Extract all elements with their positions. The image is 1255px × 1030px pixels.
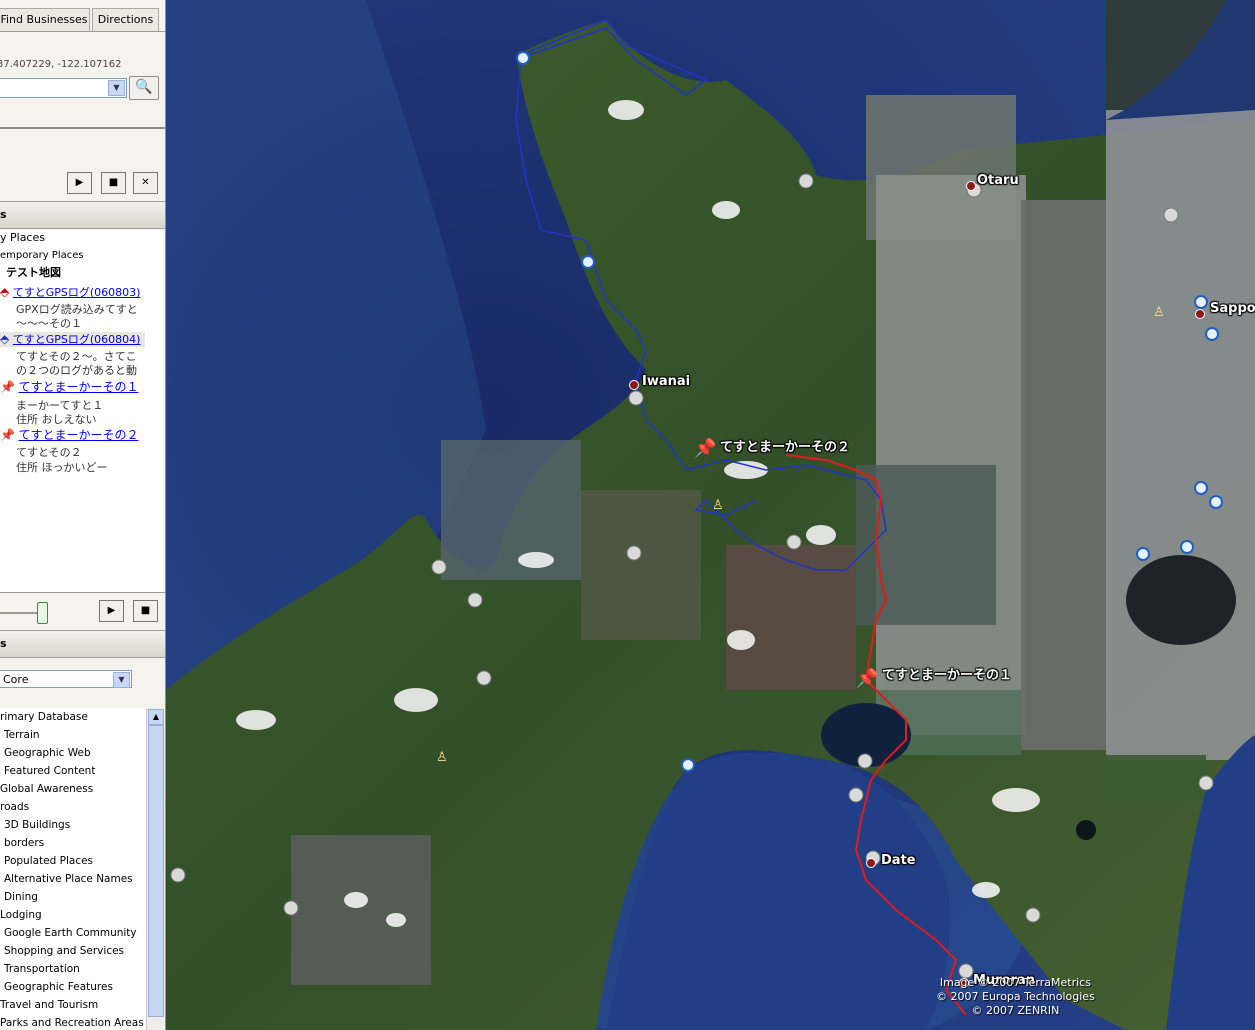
layer-geographic-web[interactable]: Geographic Web	[0, 744, 146, 762]
layer-dining[interactable]: Dining	[0, 888, 146, 906]
tree-item-my-places[interactable]: y Places	[0, 231, 45, 245]
layer-geographic-features[interactable]: Geographic Features	[0, 978, 146, 996]
chevron-down-icon[interactable]: ▼	[108, 80, 125, 96]
marker-2-item[interactable]: 📌 てすとまーかーその２	[0, 428, 138, 443]
layer-populated-places[interactable]: Populated Places	[0, 852, 146, 870]
gps-log-2[interactable]: ⬘ てすとGPSログ(060804)	[0, 332, 145, 347]
scroll-up-icon[interactable]: ▲	[148, 709, 164, 725]
places-play-button[interactable]: ▶	[99, 600, 124, 622]
pushpin-icon[interactable]: 📌	[694, 438, 716, 459]
label-date[interactable]: Date	[881, 853, 916, 868]
search-button[interactable]: 🔍	[129, 76, 159, 100]
layer-borders[interactable]: borders	[0, 834, 146, 852]
marker-2-address: 住所 ほっかいどー	[16, 461, 108, 474]
play-icon: ▶	[75, 177, 84, 188]
tree-item-temporary-places[interactable]: emporary Places	[0, 249, 84, 263]
layer-primary-database[interactable]: rimary Database	[0, 708, 146, 726]
scrollbar-thumb[interactable]	[148, 725, 164, 1017]
marker-2-description: てすとその２	[16, 446, 82, 459]
places-stop-button[interactable]: ■	[133, 600, 158, 622]
magnifier-icon: 🔍	[135, 79, 153, 95]
label-sapporo[interactable]: Sappo	[1210, 301, 1255, 316]
sidebar: Find Businesses Directions 37.407229, -1…	[0, 0, 166, 1030]
satellite-imagery	[166, 0, 1255, 1030]
tour-stop-button[interactable]: ■	[101, 172, 126, 194]
marker-2-link[interactable]: てすとまーかーその２	[18, 428, 138, 442]
path-icon: ⬘	[0, 285, 10, 299]
person-icon[interactable]: ♙	[436, 750, 448, 765]
tab-directions[interactable]: Directions	[92, 8, 159, 32]
layer-google-earth-community[interactable]: Google Earth Community	[0, 924, 146, 942]
stop-icon: ■	[108, 177, 119, 188]
tree-folder-test-map[interactable]: テスト地図	[6, 266, 61, 280]
chevron-down-icon[interactable]: ▼	[113, 672, 130, 688]
pushpin-icon[interactable]: 📌	[856, 668, 878, 689]
layer-transportation[interactable]: Transportation	[0, 960, 146, 978]
pushpin-icon: 📌	[0, 380, 15, 394]
divider	[0, 31, 165, 32]
layer-shopping-and-services[interactable]: Shopping and Services	[0, 942, 146, 960]
credit-line: Image © 2007 TerraMetrics	[939, 976, 1091, 989]
gps-log-1-link[interactable]: てすとGPSログ(060803)	[13, 286, 141, 299]
tour-play-button[interactable]: ▶	[67, 172, 92, 194]
layer-global-awareness[interactable]: Global Awareness	[0, 780, 146, 798]
gps-log-1-description-2: ～～～その１	[16, 317, 82, 330]
layer-featured-content[interactable]: Featured Content	[0, 762, 146, 780]
layer-parks-and-recreation-areas[interactable]: Parks and Recreation Areas	[0, 1014, 146, 1030]
close-icon: ✕	[141, 177, 150, 188]
label-marker-1[interactable]: てすとまーかーその１	[882, 664, 1012, 683]
label-marker-2[interactable]: てすとまーかーその２	[720, 436, 850, 455]
gps-log-2-link[interactable]: てすとGPSログ(060804)	[13, 333, 141, 346]
layer-lodging[interactable]: Lodging	[0, 906, 146, 924]
city-dot-sapporo[interactable]	[1195, 309, 1205, 319]
opacity-slider-track[interactable]	[0, 612, 40, 614]
layer-alternative-place-names[interactable]: Alternative Place Names	[0, 870, 146, 888]
imagery-credits: Image © 2007 TerraMetrics © 2007 Europa …	[936, 976, 1095, 1018]
label-otaru[interactable]: Otaru	[977, 173, 1019, 188]
path-icon: ⬘	[0, 332, 10, 346]
tab-find-businesses[interactable]: Find Businesses	[0, 8, 90, 32]
gps-log-2-description-2: の２つのログがあると動	[16, 364, 137, 377]
places-panel-header[interactable]: s	[0, 201, 165, 229]
marker-1-address: 住所 おしえない	[16, 413, 97, 426]
places-tree: y Places emporary Places テスト地図 ⬘ てすとGPSロ…	[0, 230, 163, 592]
label-iwanai[interactable]: Iwanai	[642, 374, 690, 389]
credit-line: © 2007 ZENRIN	[971, 1004, 1060, 1017]
search-input[interactable]: ▼	[0, 78, 127, 98]
divider	[0, 127, 165, 129]
marker-1-item[interactable]: 📌 てすとまーかーその１	[0, 380, 138, 395]
person-icon[interactable]: ♙	[1153, 305, 1165, 320]
pushpin-icon: 📌	[0, 428, 15, 442]
city-dot-date[interactable]	[866, 858, 876, 868]
layers-view-value: Core	[3, 673, 29, 686]
layers-panel-header[interactable]: s	[0, 630, 165, 658]
opacity-slider-knob[interactable]	[37, 602, 48, 624]
gps-log-1-description: GPXログ読み込みてすと	[16, 303, 138, 316]
city-dot-iwanai[interactable]	[629, 380, 639, 390]
divider	[0, 592, 165, 593]
layers-view-select[interactable]: Core ▼	[0, 670, 132, 688]
layer-travel-and-tourism[interactable]: Travel and Tourism	[0, 996, 146, 1014]
city-dot-otaru[interactable]	[966, 181, 976, 191]
layers-tree: rimary Database Terrain Geographic Web F…	[0, 708, 146, 1030]
play-icon: ▶	[107, 605, 116, 616]
gps-log-1[interactable]: ⬘ てすとGPSログ(060803)	[0, 285, 140, 300]
credit-line: © 2007 Europa Technologies	[936, 990, 1095, 1003]
layer-roads[interactable]: roads	[0, 798, 146, 816]
stop-icon: ■	[140, 605, 151, 616]
layer-terrain[interactable]: Terrain	[0, 726, 146, 744]
marker-1-link[interactable]: てすとまーかーその１	[18, 380, 138, 394]
tour-close-button[interactable]: ✕	[133, 172, 158, 194]
layers-scrollbar[interactable]: ▲	[146, 708, 164, 1030]
person-icon[interactable]: ♙	[712, 498, 724, 513]
marker-1-description: まーかーてすと１	[16, 399, 104, 412]
map-view[interactable]: Otaru Sappo Iwanai Date Muroran 📌 てすとまーか…	[166, 0, 1255, 1030]
gps-log-2-description: てすとその２～。さてこ	[16, 350, 137, 363]
layer-3d-buildings[interactable]: 3D Buildings	[0, 816, 146, 834]
coordinates-text: 37.407229, -122.107162	[0, 59, 122, 70]
